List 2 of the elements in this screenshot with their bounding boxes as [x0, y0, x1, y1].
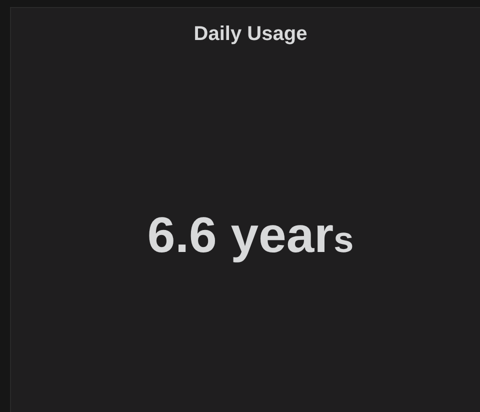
stat-value: 6.6 years: [147, 206, 354, 265]
panel-title: Daily Usage: [194, 22, 308, 46]
